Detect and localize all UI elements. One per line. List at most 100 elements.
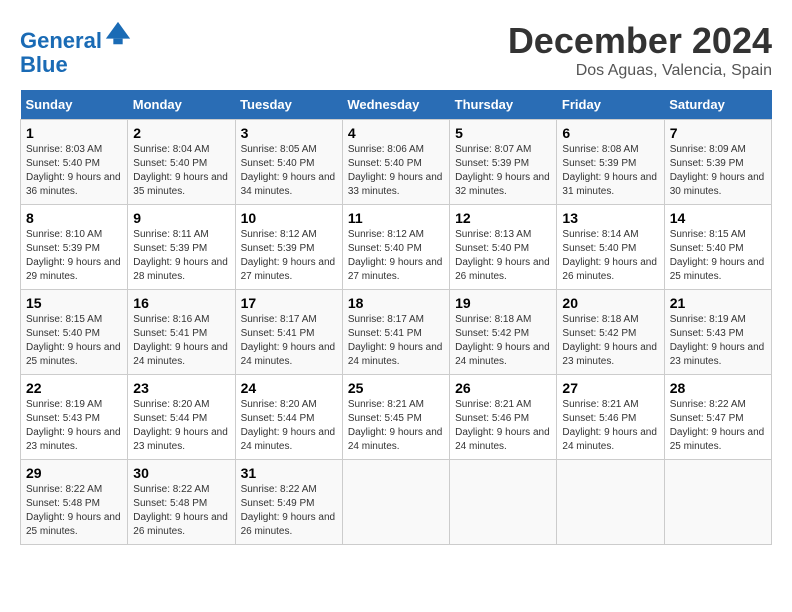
calendar-cell: 3 Sunrise: 8:05 AM Sunset: 5:40 PM Daylig… [235, 120, 342, 205]
calendar-cell: 11Sunrise: 8:12 AM Sunset: 5:40 PM Dayli… [342, 205, 449, 290]
calendar-cell: 22 Sunrise: 8:19 AM Sunset: 5:43 PM Dayli… [21, 375, 128, 460]
day-number: 11 [348, 210, 444, 226]
day-number: 29 [26, 465, 122, 481]
day-number: 17 [241, 295, 337, 311]
calendar-cell: 9 Sunrise: 8:11 AM Sunset: 5:39 PM Daylig… [128, 205, 235, 290]
day-number: 6 [562, 125, 658, 141]
calendar-cell: 21Sunrise: 8:19 AM Sunset: 5:43 PM Dayli… [664, 290, 771, 375]
day-info: Sunrise: 8:22 AM Sunset: 5:48 PM Dayligh… [26, 483, 122, 539]
day-number: 30 [133, 465, 229, 481]
day-number: 20 [562, 295, 658, 311]
header-monday: Monday [128, 90, 235, 120]
day-info: Sunrise: 8:19 AM Sunset: 5:43 PM Dayligh… [670, 313, 766, 369]
title-area: December 2024 Dos Aguas, Valencia, Spain [508, 20, 772, 80]
day-number: 3 [241, 125, 337, 141]
calendar-cell: 5 Sunrise: 8:07 AM Sunset: 5:39 PM Daylig… [450, 120, 557, 205]
header-thursday: Thursday [450, 90, 557, 120]
day-number: 16 [133, 295, 229, 311]
day-info: Sunrise: 8:17 AM Sunset: 5:41 PM Dayligh… [241, 313, 337, 369]
day-info: Sunrise: 8:15 AM Sunset: 5:40 PM Dayligh… [26, 313, 122, 369]
day-info: Sunrise: 8:10 AM Sunset: 5:39 PM Dayligh… [26, 228, 122, 284]
day-number: 28 [670, 380, 766, 396]
calendar-cell: 18 Sunrise: 8:17 AM Sunset: 5:41 PM Dayli… [342, 290, 449, 375]
calendar-cell [664, 460, 771, 545]
calendar-cell: 2 Sunrise: 8:04 AM Sunset: 5:40 PM Daylig… [128, 120, 235, 205]
calendar-cell [450, 460, 557, 545]
calendar-cell: 15 Sunrise: 8:15 AM Sunset: 5:40 PM Dayli… [21, 290, 128, 375]
calendar-cell: 7 Sunrise: 8:09 AM Sunset: 5:39 PM Daylig… [664, 120, 771, 205]
day-info: Sunrise: 8:20 AM Sunset: 5:44 PM Dayligh… [133, 398, 229, 454]
logo-line2: Blue [20, 52, 68, 77]
day-info: Sunrise: 8:20 AM Sunset: 5:44 PM Dayligh… [241, 398, 337, 454]
calendar-cell: 30 Sunrise: 8:22 AM Sunset: 5:48 PM Dayli… [128, 460, 235, 545]
day-info: Sunrise: 8:08 AM Sunset: 5:39 PM Dayligh… [562, 143, 658, 199]
calendar-cell: 10 Sunrise: 8:12 AM Sunset: 5:39 PM Dayli… [235, 205, 342, 290]
day-info: Sunrise: 8:05 AM Sunset: 5:40 PM Dayligh… [241, 143, 337, 199]
calendar-cell: 14Sunrise: 8:15 AM Sunset: 5:40 PM Dayli… [664, 205, 771, 290]
calendar-cell: 28Sunrise: 8:22 AM Sunset: 5:47 PM Dayli… [664, 375, 771, 460]
day-number: 24 [241, 380, 337, 396]
day-info: Sunrise: 8:18 AM Sunset: 5:42 PM Dayligh… [455, 313, 551, 369]
calendar-cell: 6 Sunrise: 8:08 AM Sunset: 5:39 PM Daylig… [557, 120, 664, 205]
calendar-cell: 16 Sunrise: 8:16 AM Sunset: 5:41 PM Dayli… [128, 290, 235, 375]
day-info: Sunrise: 8:13 AM Sunset: 5:40 PM Dayligh… [455, 228, 551, 284]
calendar-cell: 20Sunrise: 8:18 AM Sunset: 5:42 PM Dayli… [557, 290, 664, 375]
calendar-cell: 17 Sunrise: 8:17 AM Sunset: 5:41 PM Dayli… [235, 290, 342, 375]
day-info: Sunrise: 8:19 AM Sunset: 5:43 PM Dayligh… [26, 398, 122, 454]
day-info: Sunrise: 8:14 AM Sunset: 5:40 PM Dayligh… [562, 228, 658, 284]
calendar-cell: 23 Sunrise: 8:20 AM Sunset: 5:44 PM Dayli… [128, 375, 235, 460]
day-info: Sunrise: 8:21 AM Sunset: 5:46 PM Dayligh… [562, 398, 658, 454]
day-info: Sunrise: 8:12 AM Sunset: 5:39 PM Dayligh… [241, 228, 337, 284]
calendar-cell [557, 460, 664, 545]
calendar-cell: 29 Sunrise: 8:22 AM Sunset: 5:48 PM Dayli… [21, 460, 128, 545]
day-info: Sunrise: 8:21 AM Sunset: 5:45 PM Dayligh… [348, 398, 444, 454]
day-number: 27 [562, 380, 658, 396]
header-wednesday: Wednesday [342, 90, 449, 120]
day-info: Sunrise: 8:04 AM Sunset: 5:40 PM Dayligh… [133, 143, 229, 199]
header: General Blue December 2024 Dos Aguas, Va… [20, 20, 772, 80]
calendar-cell: 19Sunrise: 8:18 AM Sunset: 5:42 PM Dayli… [450, 290, 557, 375]
day-info: Sunrise: 8:09 AM Sunset: 5:39 PM Dayligh… [670, 143, 766, 199]
day-info: Sunrise: 8:22 AM Sunset: 5:49 PM Dayligh… [241, 483, 337, 539]
day-number: 12 [455, 210, 551, 226]
calendar-cell: 27 Sunrise: 8:21 AM Sunset: 5:46 PM Dayli… [557, 375, 664, 460]
day-info: Sunrise: 8:03 AM Sunset: 5:40 PM Dayligh… [26, 143, 122, 199]
day-number: 8 [26, 210, 122, 226]
logo: General Blue [20, 20, 132, 77]
day-number: 1 [26, 125, 122, 141]
day-number: 14 [670, 210, 766, 226]
day-info: Sunrise: 8:07 AM Sunset: 5:39 PM Dayligh… [455, 143, 551, 199]
day-number: 15 [26, 295, 122, 311]
calendar-week-row: 29 Sunrise: 8:22 AM Sunset: 5:48 PM Dayli… [21, 460, 772, 545]
day-number: 7 [670, 125, 766, 141]
calendar-cell: 4Sunrise: 8:06 AM Sunset: 5:40 PM Daylig… [342, 120, 449, 205]
day-number: 10 [241, 210, 337, 226]
calendar-week-row: 1 Sunrise: 8:03 AM Sunset: 5:40 PM Daylig… [21, 120, 772, 205]
day-info: Sunrise: 8:17 AM Sunset: 5:41 PM Dayligh… [348, 313, 444, 369]
day-number: 9 [133, 210, 229, 226]
day-number: 23 [133, 380, 229, 396]
day-info: Sunrise: 8:11 AM Sunset: 5:39 PM Dayligh… [133, 228, 229, 284]
day-number: 18 [348, 295, 444, 311]
day-number: 13 [562, 210, 658, 226]
calendar-cell: 26 Sunrise: 8:21 AM Sunset: 5:46 PM Dayli… [450, 375, 557, 460]
header-saturday: Saturday [664, 90, 771, 120]
calendar-cell: 24 Sunrise: 8:20 AM Sunset: 5:44 PM Dayli… [235, 375, 342, 460]
calendar-week-row: 15 Sunrise: 8:15 AM Sunset: 5:40 PM Dayli… [21, 290, 772, 375]
day-info: Sunrise: 8:06 AM Sunset: 5:40 PM Dayligh… [348, 143, 444, 199]
logo-icon [104, 20, 132, 48]
calendar-table: Sunday Monday Tuesday Wednesday Thursday… [20, 90, 772, 545]
day-number: 22 [26, 380, 122, 396]
calendar-cell: 25Sunrise: 8:21 AM Sunset: 5:45 PM Dayli… [342, 375, 449, 460]
day-number: 2 [133, 125, 229, 141]
calendar-week-row: 8 Sunrise: 8:10 AM Sunset: 5:39 PM Daylig… [21, 205, 772, 290]
location-title: Dos Aguas, Valencia, Spain [508, 62, 772, 80]
calendar-cell: 1 Sunrise: 8:03 AM Sunset: 5:40 PM Daylig… [21, 120, 128, 205]
day-number: 26 [455, 380, 551, 396]
day-number: 31 [241, 465, 337, 481]
day-info: Sunrise: 8:21 AM Sunset: 5:46 PM Dayligh… [455, 398, 551, 454]
day-info: Sunrise: 8:16 AM Sunset: 5:41 PM Dayligh… [133, 313, 229, 369]
day-info: Sunrise: 8:22 AM Sunset: 5:48 PM Dayligh… [133, 483, 229, 539]
calendar-header-row: Sunday Monday Tuesday Wednesday Thursday… [21, 90, 772, 120]
day-number: 5 [455, 125, 551, 141]
